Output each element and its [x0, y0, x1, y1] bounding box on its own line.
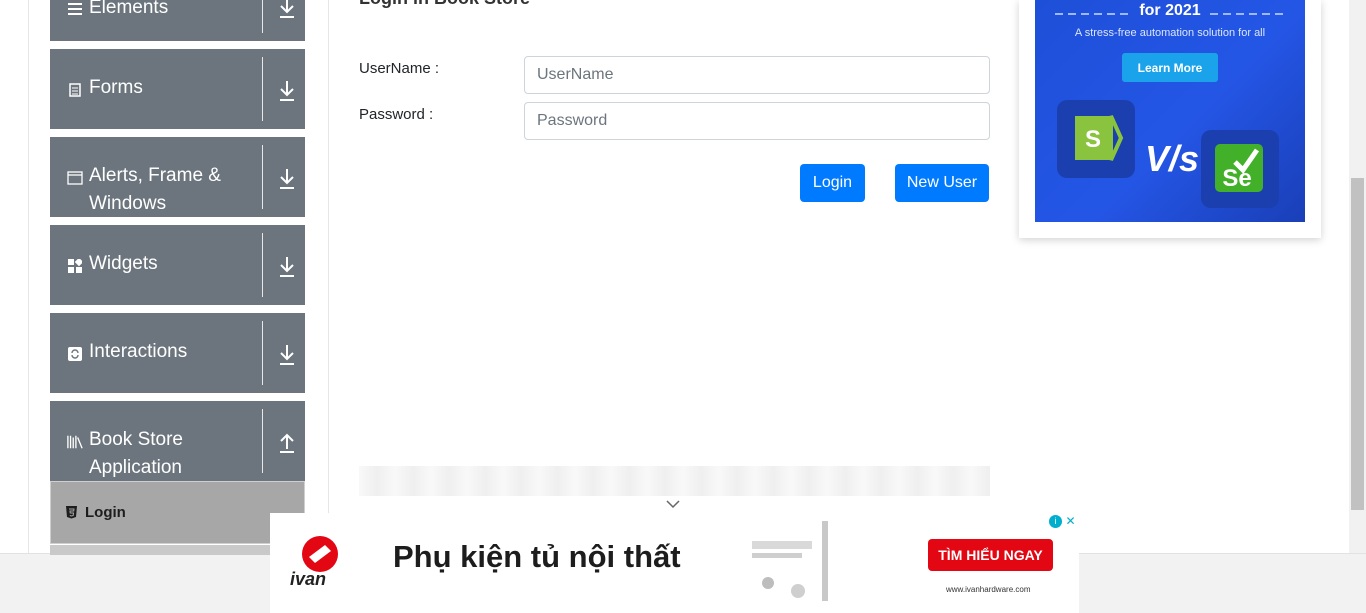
html5-icon: [66, 506, 77, 519]
sidebar-group-label: Elements: [89, 0, 169, 18]
sidebar-group-widgets[interactable]: Widgets: [50, 225, 305, 305]
sidebar-item-label: Login: [85, 504, 126, 521]
hamburger-icon: [67, 1, 83, 17]
group-separator: [262, 57, 263, 121]
ad-vs-text: V/s: [1145, 138, 1200, 179]
download-arrow-icon[interactable]: [276, 0, 298, 20]
books-icon: [67, 434, 83, 450]
ad-url: www.ivanhardware.com: [946, 585, 1031, 594]
sidebar-group-label: Interactions: [89, 341, 188, 362]
sidebar-group-label: Forms: [89, 77, 143, 98]
download-arrow-icon[interactable]: [276, 255, 298, 279]
selenium-logo-icon: Se: [1215, 144, 1263, 192]
upload-arrow-icon[interactable]: [276, 431, 298, 455]
ad-learn-more-button[interactable]: TÌM HIỂU NGAY: [928, 539, 1053, 571]
sidebar-group-label: Widgets: [89, 253, 158, 274]
sidebar-divider: [328, 0, 329, 553]
left-border-line: [28, 0, 29, 553]
sidebar-group-label: Alerts, Frame & Windows: [89, 165, 221, 214]
chevron-down-icon[interactable]: [666, 499, 680, 509]
scrollbar-thumb[interactable]: [1351, 178, 1364, 510]
refresh-icon: [67, 346, 83, 362]
sidebar-group-label: Book Store Application: [89, 429, 183, 478]
sidebar-group-forms[interactable]: Forms: [50, 49, 305, 129]
side-ad[interactable]: for 2021 A stress-free automation soluti…: [1035, 0, 1305, 222]
ad-pattern-strip: [359, 466, 990, 496]
group-separator: [262, 321, 263, 385]
adchoices-controls[interactable]: i ✕: [1047, 513, 1079, 529]
ad-headline: Phụ kiện tủ nội thất: [393, 539, 681, 574]
hardware-product-image: [752, 521, 828, 601]
close-icon[interactable]: ✕: [1064, 514, 1077, 528]
group-separator: [262, 409, 263, 473]
sidebar-group-book-store[interactable]: Book Store Application: [50, 401, 305, 481]
username-input[interactable]: [524, 56, 990, 94]
selenium-logo-tile: Se: [1201, 130, 1279, 208]
ad-learn-more-button[interactable]: Learn More: [1122, 53, 1218, 82]
download-arrow-icon[interactable]: [276, 167, 298, 191]
ad-brand-name: ivan: [290, 569, 327, 589]
katalon-logo-icon: S: [1075, 115, 1124, 161]
ad-subtext: A stress-free automation solution for al…: [1074, 27, 1266, 39]
sidebar-item-next[interactable]: [50, 545, 305, 555]
username-label: UserName :: [359, 60, 440, 77]
window-icon: [67, 170, 83, 186]
download-arrow-icon[interactable]: [276, 343, 298, 367]
ad-headline: for 2021: [1139, 2, 1201, 19]
new-user-button[interactable]: New User: [895, 164, 989, 202]
widgets-icon: [67, 258, 83, 274]
download-arrow-icon[interactable]: [276, 79, 298, 103]
sidebar-group-elements[interactable]: Elements: [50, 0, 305, 41]
group-separator: [262, 0, 263, 33]
group-separator: [262, 233, 263, 297]
selenium-letters: Se: [1222, 165, 1251, 192]
login-button[interactable]: Login: [800, 164, 865, 202]
group-separator: [262, 145, 263, 209]
sidebar-group-interactions[interactable]: Interactions: [50, 313, 305, 393]
info-icon[interactable]: i: [1049, 514, 1062, 528]
document-icon: [67, 82, 83, 98]
sidebar-item-login[interactable]: Login: [50, 481, 305, 544]
page-title: Login in Book Store: [359, 0, 530, 9]
bottom-ad-banner[interactable]: ivan Phụ kiện tủ nội thất TÌM HIỂU NGAY …: [270, 513, 1079, 613]
ivan-logo-icon: [302, 536, 338, 572]
katalon-letter: S: [1085, 126, 1101, 153]
sidebar-group-alerts-frame-windows[interactable]: Alerts, Frame & Windows: [50, 137, 305, 217]
password-input[interactable]: [524, 102, 990, 140]
katalon-logo-tile: S: [1057, 100, 1135, 178]
password-label: Password :: [359, 106, 434, 123]
